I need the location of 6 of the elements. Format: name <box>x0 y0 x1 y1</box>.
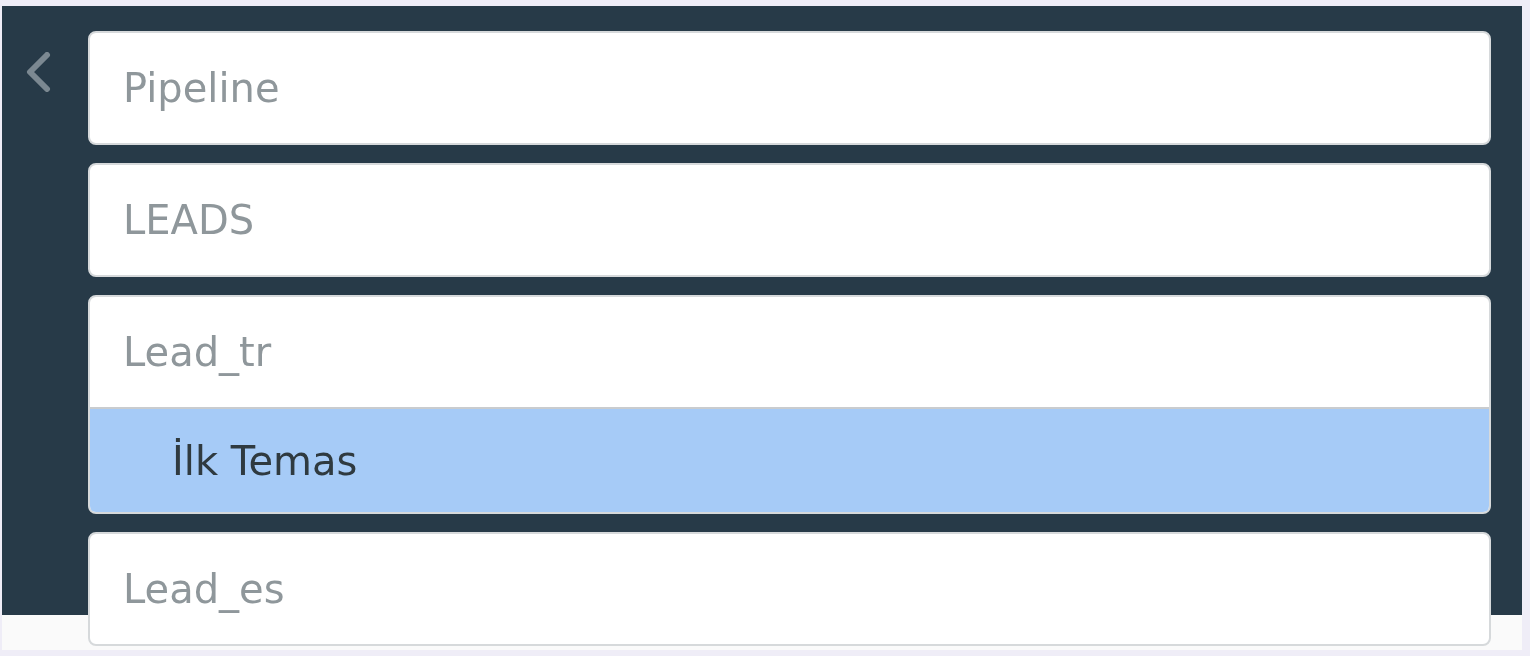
group-header[interactable]: Lead_tr <box>90 297 1489 407</box>
option-item[interactable]: İlk Temas <box>90 407 1489 512</box>
group-header[interactable]: Pipeline <box>88 31 1491 145</box>
group-header[interactable]: LEADS <box>88 163 1491 277</box>
chevron-left-icon <box>25 52 51 92</box>
group-header[interactable]: Lead_es <box>88 532 1491 646</box>
